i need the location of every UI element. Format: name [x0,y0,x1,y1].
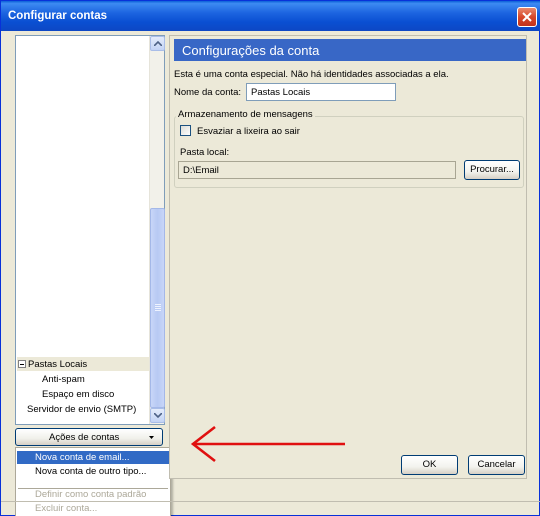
account-actions-menu: Nova conta de email... Nova conta de out… [15,447,171,516]
close-button[interactable] [517,7,537,27]
message-storage-title: Armazenamento de mensagens [176,109,315,120]
scroll-thumb[interactable] [150,208,165,408]
chevron-up-icon [154,41,162,46]
empty-trash-label[interactable]: Esvaziar a lixeira ao sair [197,126,300,137]
account-name-input[interactable]: Pastas Locais [246,83,396,101]
local-folder-path-field[interactable]: D:\Email [178,161,456,179]
close-icon [522,12,532,22]
tree-item-anti-spam[interactable]: Anti-spam [42,374,85,385]
panel-header: Configurações da conta [174,39,526,61]
account-actions-button[interactable]: Ações de contas [15,428,163,446]
tree-item-disk-space[interactable]: Espaço em disco [42,389,114,400]
empty-trash-checkbox[interactable] [180,125,191,136]
scroll-up-button[interactable] [150,36,165,51]
tree-scrollbar[interactable] [149,36,165,424]
ok-button[interactable]: OK [401,455,458,475]
window-title: Configurar contas [8,10,108,22]
account-settings-panel: Configurações da conta Esta é uma conta … [169,35,527,479]
dropdown-arrow-icon [149,436,154,439]
bottom-separator [1,501,540,502]
tree-item-smtp-server[interactable]: Servidor de envio (SMTP) [27,404,136,415]
chevron-down-icon [154,413,162,418]
account-description: Esta é uma conta especial. Não há identi… [174,69,449,80]
tree-item-local-folders[interactable]: Pastas Locais [28,359,87,370]
menu-item-new-email-account[interactable]: Nova conta de email... [17,451,169,464]
account-settings-window: Configurar contas Pastas Locais Anti-spa… [0,0,540,516]
title-bar[interactable]: Configurar contas [1,1,540,31]
menu-item-set-default[interactable]: Definir como conta padrão [17,488,169,501]
scroll-down-button[interactable] [150,408,165,423]
account-actions-label: Ações de contas [49,432,120,443]
panel-header-title: Configurações da conta [182,43,320,58]
account-name-label: Nome da conta: [174,87,242,98]
annotation-arrow-icon [190,425,345,463]
account-tree[interactable]: Pastas Locais Anti-spam Espaço em disco … [15,35,165,425]
cancel-button[interactable]: Cancelar [468,455,525,475]
menu-item-delete-account[interactable]: Excluir conta... [17,502,169,515]
menu-item-new-other-account[interactable]: Nova conta de outro tipo... [17,465,169,478]
collapse-icon[interactable] [18,360,26,368]
browse-button[interactable]: Procurar... [464,160,520,180]
local-folder-label: Pasta local: [180,147,230,158]
